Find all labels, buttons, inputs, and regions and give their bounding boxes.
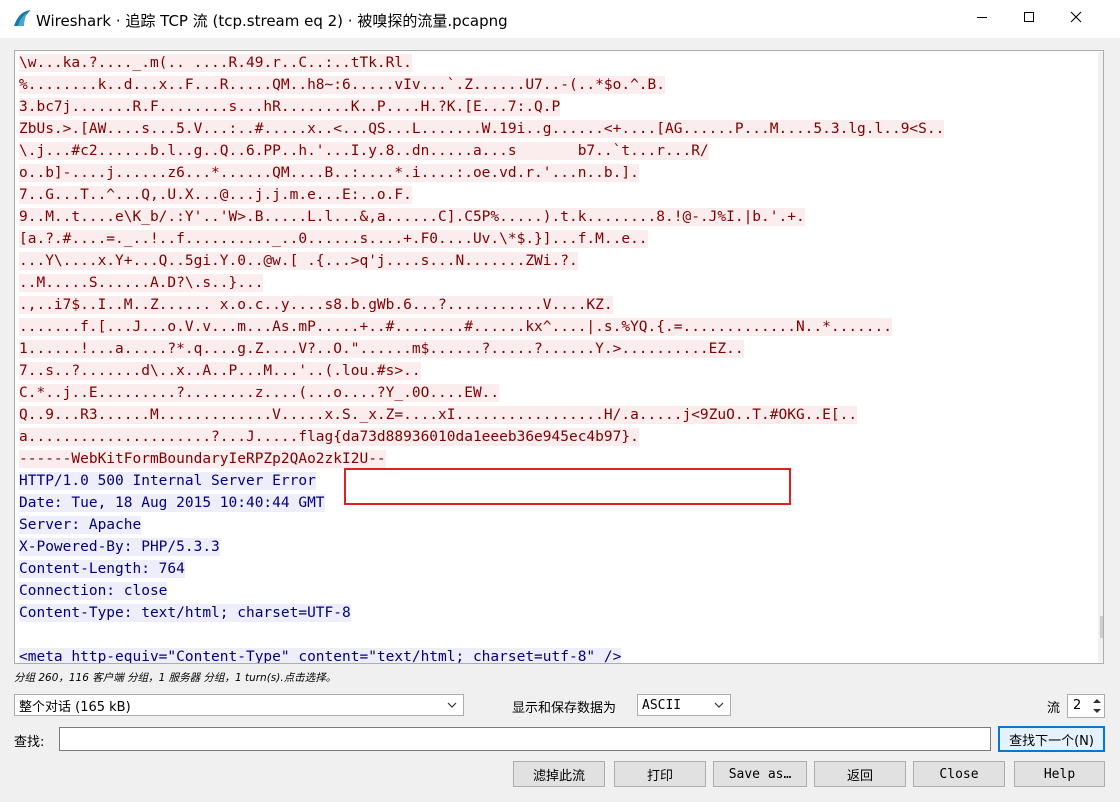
client-line: \.j...#c2......b.l..g..Q..6.PP..h.'...I.… xyxy=(19,142,709,160)
scroll-down-button[interactable] xyxy=(1098,644,1104,662)
back-button[interactable]: 返回 xyxy=(814,761,906,787)
close-button[interactable]: Close xyxy=(913,761,1005,787)
server-line: Date: Tue, 18 Aug 2015 10:40:44 GMT xyxy=(19,494,325,512)
client-line: 3.bc7j.......R.F........s...hR........K.… xyxy=(19,98,561,116)
stream-label: 流 xyxy=(1047,701,1061,716)
client-line: [a.?.#....=._..!..f.........._..0......s… xyxy=(19,230,648,248)
client-line: .......f.[...J...o.V.v...m...As.mP.....+… xyxy=(19,318,892,336)
spin-down-icon[interactable] xyxy=(1092,706,1102,716)
scrollbar-thumb[interactable] xyxy=(1100,616,1103,638)
status-text: 分组 260，116 客户端 分组，1 服务器 分组，1 turn(s).点击选… xyxy=(14,672,337,684)
client-line: 1......!...a.....?*.q....g.Z....V?..O.".… xyxy=(19,340,744,358)
scroll-up-button[interactable] xyxy=(1098,52,1104,70)
wireshark-fin-icon xyxy=(12,9,32,31)
vertical-scrollbar[interactable] xyxy=(1098,52,1104,662)
print-button[interactable]: 打印 xyxy=(614,761,706,787)
conversation-select[interactable]: 整个对话 (165 kB) xyxy=(14,694,464,716)
client-line: Q..9...R3......M.............V.....x.S._… xyxy=(19,406,858,424)
find-next-button[interactable]: 查找下一个(N) xyxy=(998,726,1105,752)
server-line: Connection: close xyxy=(19,582,168,600)
stream-content: \w...ka.?...._.m(.. ....R.49.r..C..:..tT… xyxy=(19,52,1083,663)
find-input[interactable] xyxy=(59,727,991,751)
chevron-down-icon xyxy=(1103,646,1104,661)
format-label: 显示和保存数据为 xyxy=(512,701,617,716)
close-icon xyxy=(1070,11,1082,27)
minimize-icon xyxy=(976,11,988,27)
find-label: 查找: xyxy=(14,735,45,750)
server-line: Content-Length: 764 xyxy=(19,560,185,578)
server-line: X-Powered-By: PHP/5.3.3 xyxy=(19,538,220,556)
save-as-button[interactable]: Save as… xyxy=(713,761,807,787)
client-line: ZbUs.>.[AW....s...5.V...:..#.....x..<...… xyxy=(19,120,945,138)
client-line: o..b]-....j......z6...*......QM....B..:.… xyxy=(19,164,639,182)
chevron-up-icon xyxy=(1103,54,1104,69)
client-line: ...Y\....x.Y+...Q..5gi.Y.0..@w.[ .{...>q… xyxy=(19,252,578,270)
chevron-down-icon xyxy=(447,698,457,716)
conversation-select-value: 整个对话 (165 kB) xyxy=(19,699,131,715)
help-button[interactable]: Help xyxy=(1014,761,1105,787)
client-line: ------WebKitFormBoundaryIeRPZp2QAo2zkI2U… xyxy=(19,450,386,468)
format-select-value: ASCII xyxy=(642,697,682,713)
maximize-icon xyxy=(1023,11,1035,27)
client-line: 7..G...T..^...Q,.U.X...@...j.j.m.e...E:.… xyxy=(19,186,412,204)
client-line: 7..s..?.......d\..x..A..P...M...'..(.lou… xyxy=(19,362,421,380)
maximize-button[interactable] xyxy=(1006,0,1052,38)
minimize-button[interactable] xyxy=(959,0,1005,38)
client-line: %........k..d...x..F...R.....QM..h8~:6..… xyxy=(19,76,666,94)
stream-number-value: 2 xyxy=(1073,698,1082,713)
title-bar: Wireshark · 追踪 TCP 流 (tcp.stream eq 2) ·… xyxy=(0,0,1120,38)
server-line: Content-Type: text/html; charset=UTF-8 xyxy=(19,604,351,622)
chevron-down-icon xyxy=(714,698,724,716)
server-line: HTTP/1.0 500 Internal Server Error xyxy=(19,472,316,490)
client-line: ..M.....S......A.D?\.s..}... xyxy=(19,274,264,292)
format-select[interactable]: ASCII xyxy=(637,694,731,716)
filter-out-stream-button[interactable]: 滤掉此流 xyxy=(513,761,605,787)
client-line-flag: a.....................?...J.....flag{da7… xyxy=(19,428,639,446)
spin-up-icon[interactable] xyxy=(1092,696,1102,706)
client-line: C.*..j..E.........?........z....(...o...… xyxy=(19,384,500,402)
client-line: 9..M..t....e\K_b/.:Y'..'W>.B.....L.l...&… xyxy=(19,208,805,226)
client-line: \w...ka.?...._.m(.. ....R.49.r..C..:..tT… xyxy=(19,54,412,72)
server-line: <meta http-equiv="Content-Type" content=… xyxy=(19,646,1083,663)
close-window-button[interactable] xyxy=(1053,0,1099,38)
server-line: Server: Apache xyxy=(19,516,142,534)
client-line: .,..i7$..I..M..Z...... x.o.c..y....s8.b.… xyxy=(19,296,613,314)
window-title: Wireshark · 追踪 TCP 流 (tcp.stream eq 2) ·… xyxy=(36,12,508,30)
stream-text-view[interactable]: \w...ka.?...._.m(.. ....R.49.r..C..:..tT… xyxy=(14,50,1104,664)
stream-number-spinbox[interactable]: 2 xyxy=(1067,694,1105,718)
